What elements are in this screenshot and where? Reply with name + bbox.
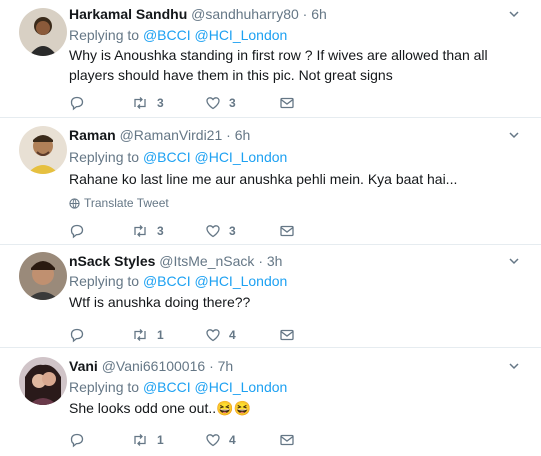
tweet-actions: 1 4 [69,430,295,450]
author-name[interactable]: Harkamal Sandhu [69,6,187,22]
separator-dot: · [258,253,263,269]
reply-icon [70,224,84,239]
separator-dot: · [209,358,214,374]
translate-label: Translate Tweet [84,196,169,210]
mention-link[interactable]: @HCI_London [195,149,288,165]
replying-to: Replying to @BCCI @HCI_London [69,272,287,290]
heart-icon [206,225,220,238]
retweet-count: 3 [157,224,164,238]
timestamp[interactable]: 6h [235,127,251,143]
mention-link[interactable]: @HCI_London [195,379,288,395]
chevron-down-icon[interactable] [509,130,519,140]
like-button[interactable]: 4 [205,432,279,448]
retweet-count: 3 [157,96,164,110]
retweet-icon [134,329,146,341]
mention-link[interactable]: @HCI_London [195,273,288,289]
like-count: 3 [229,224,236,238]
retweet-icon [134,97,146,109]
author-name[interactable]: Vani [69,358,98,374]
message-button[interactable] [279,223,295,239]
author-name[interactable]: Raman [69,127,116,143]
tweet-header: Harkamal Sandhu @sandhuharry80 · 6h [69,5,501,23]
avatar[interactable] [19,126,67,174]
envelope-icon [280,434,294,446]
replying-label: Replying to [69,379,140,395]
author-name[interactable]: nSack Styles [69,253,155,269]
reply-button[interactable] [69,432,131,448]
reply-icon [70,96,84,111]
message-button[interactable] [279,432,295,448]
separator-dot: · [226,127,231,143]
avatar[interactable] [19,252,67,300]
envelope-icon [280,329,294,341]
translate-tweet-link[interactable]: Translate Tweet [69,195,169,211]
reply-button[interactable] [69,327,131,343]
like-count: 3 [229,96,236,110]
like-button[interactable]: 4 [205,327,279,343]
tweet-header: nSack Styles @ItsMe_nSack · 3h [69,252,501,270]
author-handle[interactable]: @sandhuharry80 [191,6,299,22]
separator-dot: · [302,6,308,22]
author-handle[interactable]: @RamanVirdi21 [120,127,223,143]
tweet-actions: 3 3 [69,93,295,113]
replying-to: Replying to @BCCI @HCI_London [69,148,287,166]
avatar[interactable] [19,357,67,405]
like-button[interactable]: 3 [205,223,279,239]
like-button[interactable]: 3 [205,95,279,111]
author-handle[interactable]: @ItsMe_nSack [159,253,254,269]
replying-to: Replying to @BCCI @HCI_London [69,378,287,396]
retweet-button[interactable]: 3 [131,95,205,111]
tweet-actions: 1 4 [69,325,295,345]
mention-link[interactable]: @BCCI [143,273,191,289]
emoji: 😆😆 [216,400,251,416]
replying-label: Replying to [69,149,140,165]
globe-icon [69,197,80,209]
retweet-button[interactable]: 3 [131,223,205,239]
heart-icon [206,329,220,342]
chevron-down-icon[interactable] [509,9,519,19]
envelope-icon [280,225,294,237]
like-count: 4 [229,328,236,342]
tweet-item[interactable]: Harkamal Sandhu @sandhuharry80 · 6h Repl… [0,0,541,118]
tweet-text: Wtf is anushka doing there?? [69,294,251,310]
tweet-text: Why is Anoushka standing in first row ? … [69,47,488,83]
tweet-actions: 3 3 [69,221,295,241]
tweet-header: Raman @RamanVirdi21 · 6h [69,126,501,144]
avatar[interactable] [19,8,67,56]
heart-icon [206,97,220,110]
timestamp[interactable]: 6h [311,6,327,22]
heart-icon [206,434,220,447]
author-handle[interactable]: @Vani66100016 [102,358,205,374]
retweet-icon [134,225,146,237]
reply-button[interactable] [69,95,131,111]
chevron-down-icon[interactable] [509,361,519,371]
reply-button[interactable] [69,223,131,239]
replying-to: Replying to @BCCI @HCI_London [69,26,287,44]
mention-link[interactable]: @BCCI [143,379,191,395]
tweet-text: She looks odd one out..😆😆 [69,398,251,418]
mention-link[interactable]: @BCCI [143,27,191,43]
envelope-icon [280,97,294,109]
message-button[interactable] [279,327,295,343]
retweet-count: 1 [157,328,164,342]
message-button[interactable] [279,95,295,111]
tweet-text: Rahane ko last line me aur anushka pehli… [69,171,458,187]
mention-link[interactable]: @HCI_London [195,27,288,43]
tweet-header: Vani @Vani66100016 · 7h [69,357,501,375]
retweet-icon [134,434,146,446]
timestamp[interactable]: 7h [218,358,234,374]
reply-icon [70,433,84,448]
like-count: 4 [229,433,236,447]
retweet-button[interactable]: 1 [131,327,205,343]
retweet-count: 1 [157,433,164,447]
replying-label: Replying to [69,27,140,43]
replying-label: Replying to [69,273,140,289]
mention-link[interactable]: @BCCI [143,149,191,165]
retweet-button[interactable]: 1 [131,432,205,448]
chevron-down-icon[interactable] [509,256,519,266]
reply-icon [70,328,84,343]
tweet-text-body: She looks odd one out.. [69,400,217,416]
timestamp[interactable]: 3h [267,253,283,269]
